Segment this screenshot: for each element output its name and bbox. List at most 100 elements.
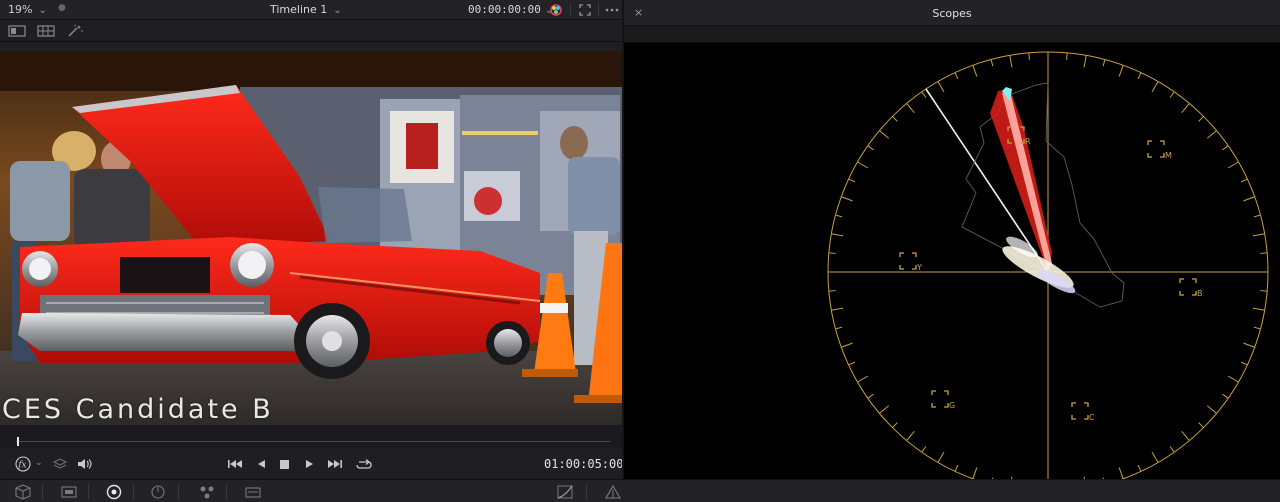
chevron-down-icon: ⌄: [333, 5, 342, 16]
graticule-tick: [1137, 464, 1142, 472]
graticule-tick: [835, 214, 843, 218]
divider: [570, 3, 571, 17]
graticule-tick: [1198, 422, 1204, 428]
graticule-tick: [906, 103, 915, 113]
graticule-tick: [1137, 72, 1142, 80]
graticule-tick: [1169, 446, 1175, 453]
vectorscope[interactable]: R M Y B G C: [624, 43, 1280, 479]
graticule-tick: [972, 467, 978, 479]
graticule-tick: [848, 178, 856, 183]
graticule-tick: [1207, 405, 1217, 414]
divider: [133, 484, 134, 499]
graticule-tick: [879, 130, 889, 139]
scopes-toggle-icon[interactable]: [604, 484, 622, 500]
clips-icon[interactable]: [60, 484, 78, 500]
graticule-tick: [1009, 55, 1013, 68]
hdr-icon[interactable]: [150, 484, 168, 500]
graticule-tick: [990, 59, 994, 67]
timecode-dropdown[interactable]: 00:00:00:00 ⌄: [468, 3, 553, 16]
keyframes-icon[interactable]: [244, 484, 262, 500]
graticule-tick: [1243, 342, 1255, 348]
divider: [598, 3, 599, 17]
graticule-tick: [1102, 59, 1106, 67]
fx-icon[interactable]: fx: [15, 456, 33, 472]
skip-to-end-icon[interactable]: [326, 456, 344, 472]
skip-to-start-icon[interactable]: [226, 456, 244, 472]
scopes-panel: × Scopes R M Y B G C: [622, 0, 1280, 479]
expand-icon[interactable]: [577, 2, 593, 18]
target-label: G: [949, 401, 955, 410]
scopes-subbar: [624, 26, 1280, 43]
scrub-track[interactable]: [16, 441, 610, 442]
timeline-dropdown[interactable]: Timeline 1 ⌄: [270, 3, 342, 16]
magic-wand-icon[interactable]: [66, 24, 84, 38]
graticule-tick: [921, 91, 927, 98]
graticule-tick: [879, 405, 889, 414]
page-toolbar: [0, 479, 1280, 502]
graticule-tick: [954, 464, 959, 472]
graticule-tick: [1253, 214, 1261, 218]
more-options-icon[interactable]: [604, 2, 620, 18]
graticule-tick: [1151, 451, 1159, 463]
graticule-tick: [1169, 91, 1175, 98]
gallery-view-icon[interactable]: [37, 24, 55, 38]
graticule-tick: [828, 290, 836, 292]
divider: [42, 484, 43, 499]
color-wheel-icon[interactable]: [548, 2, 564, 18]
graticule-tick: [1151, 81, 1159, 93]
graticule-tick: [1260, 252, 1268, 254]
graticule-tick: [1207, 130, 1217, 139]
layers-icon[interactable]: [51, 456, 69, 472]
graticule-tick: [1198, 116, 1204, 122]
graticule-tick: [1222, 393, 1229, 399]
graticule-tick: [972, 65, 978, 77]
graticule-tick: [1260, 290, 1268, 292]
chevron-down-icon[interactable]: ⌄: [35, 458, 43, 468]
nodes-icon[interactable]: [198, 484, 216, 500]
car-show-image: [0, 51, 622, 425]
loop-icon[interactable]: [355, 456, 373, 472]
speaker-icon[interactable]: [76, 456, 94, 472]
single-viewer-icon[interactable]: [8, 24, 26, 38]
graticule-tick: [1222, 145, 1229, 151]
divider: [586, 484, 587, 499]
target-box: [1147, 140, 1165, 158]
playhead[interactable]: [17, 437, 19, 446]
graticule-tick: [1227, 161, 1239, 169]
play-icon[interactable]: [300, 456, 318, 472]
divider: [88, 484, 89, 499]
timeline-name: Timeline 1: [270, 3, 328, 16]
transport-controls: fx ⌄ 01:00:05:00: [0, 449, 623, 479]
play-reverse-icon[interactable]: [253, 456, 271, 472]
viewer-panel: 19% ⌄ ● Timeline 1 ⌄ 00:00:00:00 ⌄ CES C…: [0, 0, 623, 502]
zoom-value: 19%: [8, 3, 33, 16]
zoom-dropdown[interactable]: 19% ⌄: [8, 3, 47, 16]
curves-icon[interactable]: [556, 484, 574, 500]
graticule-tick: [831, 233, 844, 237]
video-frame[interactable]: CES Candidate B: [0, 51, 622, 425]
viewer-header: 19% ⌄ ● Timeline 1 ⌄ 00:00:00:00 ⌄: [0, 0, 622, 20]
stop-icon[interactable]: [276, 456, 294, 472]
graticule-tick: [841, 196, 853, 202]
graticule-tick: [841, 342, 853, 348]
graticule-tick: [1252, 233, 1265, 237]
graticule-tick: [848, 361, 856, 366]
target-b: B: [1179, 278, 1203, 298]
scopes-title: Scopes: [932, 7, 972, 20]
target-box: [1179, 278, 1197, 296]
graticule-tick: [1066, 52, 1068, 60]
graticule-tick: [937, 451, 945, 463]
graticule-tick: [1253, 326, 1261, 330]
graticule-tick: [1181, 431, 1190, 441]
color-page-icon[interactable]: [105, 484, 123, 500]
burn-in-title: CES Candidate B: [2, 394, 274, 425]
graticule-tick: [954, 72, 959, 80]
media-pool-icon[interactable]: [14, 484, 32, 500]
graticule-tick: [831, 307, 844, 311]
scrubber-bar[interactable]: [0, 425, 622, 449]
graticule-tick: [892, 116, 898, 122]
graticule-tick: [857, 161, 869, 169]
graticule-tick: [1240, 178, 1248, 183]
graticule-tick: [921, 446, 927, 453]
graticule-tick: [857, 375, 869, 383]
